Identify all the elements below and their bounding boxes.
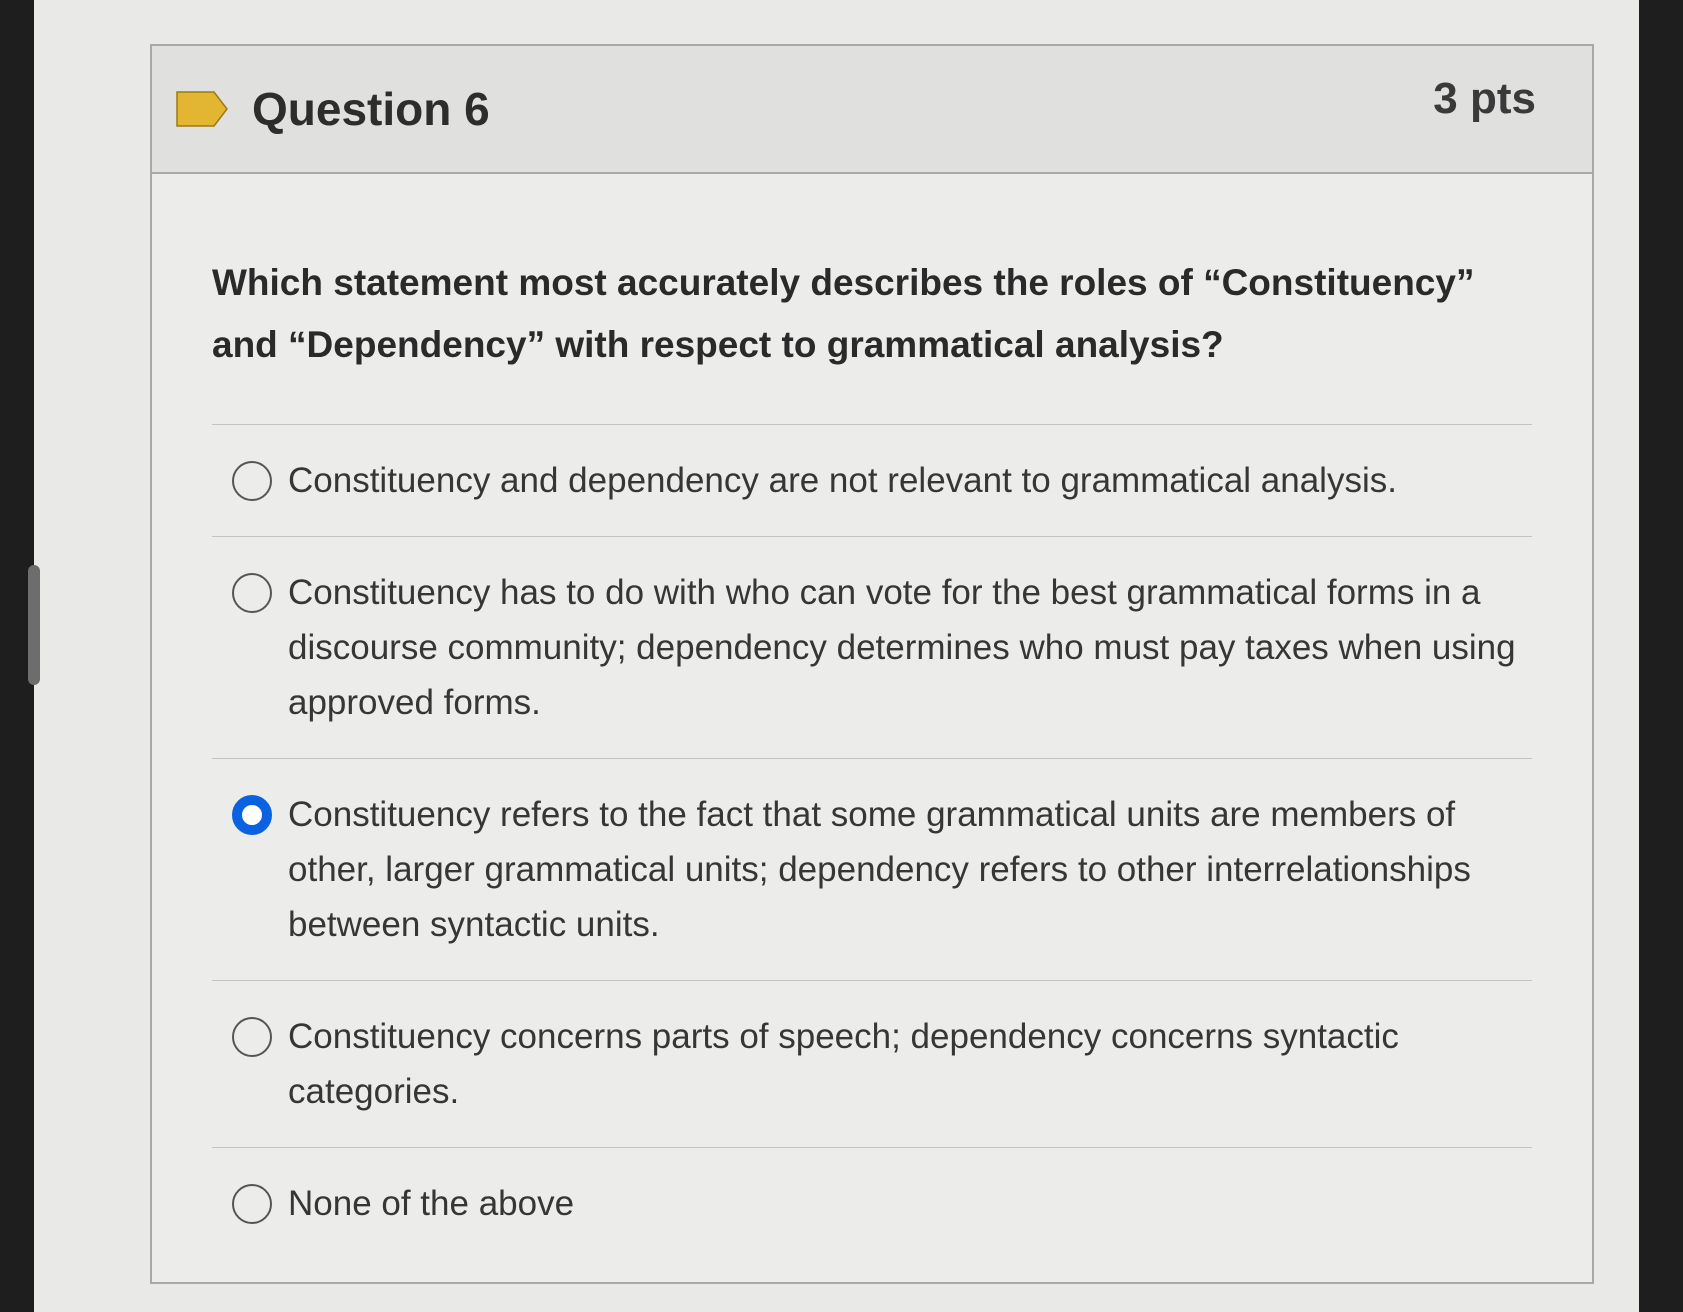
question-card: Question 6 3 pts Which statement most ac… (150, 44, 1594, 1284)
answer-option-3[interactable]: Constituency refers to the fact that som… (212, 759, 1532, 981)
question-points: 3 pts (1433, 74, 1536, 123)
flag-icon[interactable] (174, 89, 230, 129)
question-header: Question 6 3 pts (152, 46, 1592, 174)
radio-button[interactable] (232, 1017, 272, 1057)
radio-button[interactable] (232, 1184, 272, 1224)
answer-option-4[interactable]: Constituency concerns parts of speech; d… (212, 981, 1532, 1148)
question-title: Question 6 (252, 83, 490, 135)
answer-option-5[interactable]: None of the above (212, 1148, 1532, 1259)
answer-options: Constituency and dependency are not rele… (212, 424, 1532, 1259)
screen: Question 6 3 pts Which statement most ac… (34, 0, 1639, 1312)
answer-option-label: Constituency concerns parts of speech; d… (288, 1017, 1399, 1111)
question-body: Which statement most accurately describe… (152, 174, 1592, 1259)
radio-button[interactable] (232, 461, 272, 501)
answer-option-1[interactable]: Constituency and dependency are not rele… (212, 425, 1532, 537)
radio-button-selected[interactable] (232, 795, 272, 835)
question-text: Which statement most accurately describe… (212, 262, 1475, 365)
scrollbar-thumb[interactable] (28, 565, 40, 685)
answer-option-2[interactable]: Constituency has to do with who can vote… (212, 537, 1532, 759)
radio-button[interactable] (232, 573, 272, 613)
answer-option-label: None of the above (288, 1184, 575, 1223)
answer-option-label: Constituency has to do with who can vote… (288, 573, 1516, 722)
answer-option-label: Constituency refers to the fact that som… (288, 795, 1471, 944)
answer-option-label: Constituency and dependency are not rele… (288, 461, 1397, 500)
